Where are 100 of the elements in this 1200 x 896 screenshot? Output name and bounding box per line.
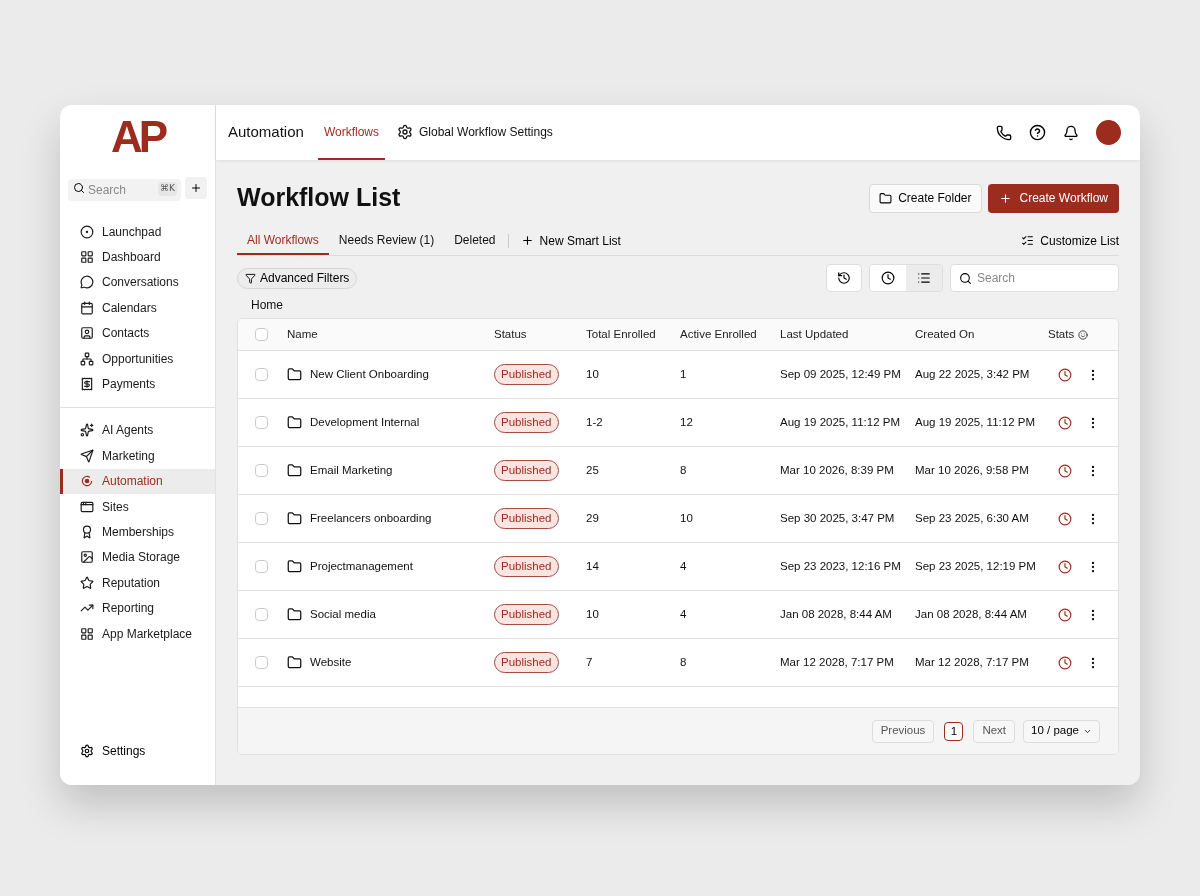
table-cell-text: Sep 23 2025, 6:30 AM [915, 510, 1030, 526]
search-field[interactable]: Search [950, 264, 1119, 292]
help-icon[interactable] [1029, 124, 1046, 141]
sidebar-item[interactable]: Calendars [60, 295, 215, 321]
page-title: Workflow List [237, 182, 401, 214]
page-size-select[interactable]: 10 / page [1023, 719, 1100, 743]
stats-icon[interactable] [1058, 463, 1072, 478]
list-view-button[interactable] [906, 265, 942, 291]
sidebar-item[interactable]: Memberships [60, 519, 215, 545]
list-tab[interactable]: All Workflows [237, 226, 329, 255]
stats-icon[interactable] [1058, 415, 1072, 430]
settings-icon [80, 744, 94, 758]
table-row[interactable]: Development Internal Published 1-2 12 Aug 19 2025, 11:12 PM Aug 19 2025, 11:12 PM [238, 399, 1118, 447]
list-tab[interactable]: Deleted [444, 226, 506, 255]
table-cell-text: Aug 19 2025, 11:12 PM [780, 414, 901, 430]
new-smart-list-button[interactable]: New Smart List [510, 231, 631, 250]
column-header: Stats [1048, 326, 1075, 342]
checkbox[interactable] [255, 608, 268, 621]
sidebar-item[interactable]: Contacts [60, 320, 215, 346]
sidebar-item[interactable]: Conversations [60, 269, 215, 296]
table-row[interactable]: Social media Published 10 4 Jan 08 2028, 8:44 AM Jan 08 2028, 8:44 AM [238, 591, 1118, 639]
sidebar-item[interactable]: Reputation [60, 570, 215, 596]
settings-icon [397, 123, 413, 140]
clock-view-button[interactable] [870, 265, 906, 291]
checkbox[interactable] [255, 560, 268, 573]
table-cell-text: 10 [586, 606, 600, 622]
list-tab[interactable]: Needs Review (1) [328, 226, 445, 255]
grid-icon [80, 250, 94, 265]
workflow-name[interactable]: Social media [310, 605, 376, 624]
table-cell-text: 1-2 [586, 414, 604, 430]
status-badge: Published [494, 555, 559, 578]
search-icon [959, 272, 972, 285]
table-row[interactable]: Projectmanagement Published 14 4 Sep 23 2023, 12:16 PM Sep 23 2025, 12:19 PM [238, 543, 1118, 591]
sidebar-item[interactable]: Payments [60, 371, 215, 397]
logo: AP [110, 115, 165, 159]
sidebar-item[interactable]: Marketing [60, 443, 215, 469]
stats-icon[interactable] [1058, 655, 1072, 670]
table-cell-text: Sep 23 2025, 12:19 PM [915, 558, 1037, 574]
column-header: Total Enrolled [586, 326, 656, 342]
sidebar-item[interactable]: Dashboard [60, 244, 215, 270]
filter-icon [245, 272, 256, 284]
workflow-name[interactable]: Website [310, 653, 352, 672]
table-cell-text: 10 [586, 366, 600, 382]
table-cell-text: 8 [680, 654, 688, 670]
folder-icon [879, 191, 893, 205]
add-button[interactable] [185, 177, 207, 199]
stats-icon[interactable] [1058, 559, 1072, 574]
top-tab[interactable]: Workflows [317, 105, 385, 160]
advanced-filters-button[interactable]: Advanced Filters [237, 267, 358, 289]
table-row[interactable]: New Client Onboarding Published 10 1 Sep 09 2025, 12:49 PM Aug 22 2025, 3:42 PM [238, 351, 1118, 399]
table-row[interactable]: Website Published 7 8 Mar 12 2028, 7:17 PM Mar 12 2028, 7:17 PM [238, 639, 1118, 687]
checkbox[interactable] [255, 464, 268, 477]
workflow-name[interactable]: Projectmanagement [310, 557, 413, 576]
previous-button[interactable]: Previous [871, 719, 935, 743]
checkbox[interactable] [255, 416, 268, 429]
folder-icon [287, 655, 302, 670]
history-button[interactable] [826, 264, 862, 292]
folder-icon [287, 367, 302, 382]
send-icon [80, 448, 94, 463]
phone-icon[interactable] [996, 124, 1012, 141]
table-cell-text: 4 [680, 558, 688, 574]
page-button[interactable]: 1 [944, 721, 964, 741]
stats-icon[interactable] [1058, 607, 1072, 622]
checkbox[interactable] [255, 328, 268, 341]
create-workflow-button[interactable]: Create Workflow [987, 183, 1119, 213]
workflow-name[interactable]: New Client Onboarding [310, 365, 429, 384]
sidebar-item[interactable]: AI Agents [60, 417, 215, 444]
launchpad-icon [80, 224, 94, 239]
sidebar-item[interactable]: Sites [60, 493, 215, 520]
checkbox[interactable] [255, 512, 268, 525]
table-cell-text: Mar 10 2026, 9:58 PM [915, 462, 1030, 478]
settings-link[interactable]: Settings [102, 742, 146, 760]
sidebar-item[interactable]: Media Storage [60, 544, 215, 571]
checkbox[interactable] [255, 656, 268, 669]
sidebar-item[interactable]: Opportunities [60, 345, 215, 372]
workflow-name[interactable]: Email Marketing [310, 461, 393, 480]
workflow-name[interactable]: Development Internal [310, 413, 420, 432]
folder-icon [287, 607, 302, 622]
table-row[interactable]: Freelancers onboarding Published 29 10 Sep 30 2025, 3:47 PM Sep 23 2025, 6:30 AM [238, 495, 1118, 543]
create-folder-button[interactable]: Create Folder [869, 183, 982, 213]
stats-icon[interactable] [1058, 367, 1072, 382]
table-row[interactable]: Email Marketing Published 25 8 Mar 10 2026, 8:39 PM Mar 10 2026, 9:58 PM [238, 447, 1118, 495]
table-cell-text: Aug 22 2025, 3:42 PM [915, 366, 1031, 382]
customize-list-button[interactable]: Customize List [1021, 231, 1119, 250]
sidebar-item[interactable]: Launchpad [60, 219, 215, 245]
network-icon [80, 351, 94, 366]
next-button[interactable]: Next [973, 719, 1016, 743]
sidebar-item[interactable]: App Marketplace [60, 620, 215, 647]
checkbox[interactable] [255, 368, 268, 381]
workflow-name[interactable]: Freelancers onboarding [310, 509, 432, 528]
avatar[interactable] [1096, 120, 1121, 145]
status-badge: Published [494, 411, 559, 434]
bell-icon[interactable] [1063, 124, 1079, 141]
status-badge: Published [494, 603, 559, 626]
table-cell-text: Mar 12 2028, 7:17 PM [780, 654, 895, 670]
sidebar-item[interactable]: Reporting [60, 595, 215, 621]
sidebar-item[interactable]: Automation [60, 468, 215, 494]
top-tab[interactable]: Global Workflow Settings [391, 105, 559, 160]
stats-icon[interactable] [1058, 511, 1072, 526]
breadcrumb: Home [251, 297, 283, 314]
